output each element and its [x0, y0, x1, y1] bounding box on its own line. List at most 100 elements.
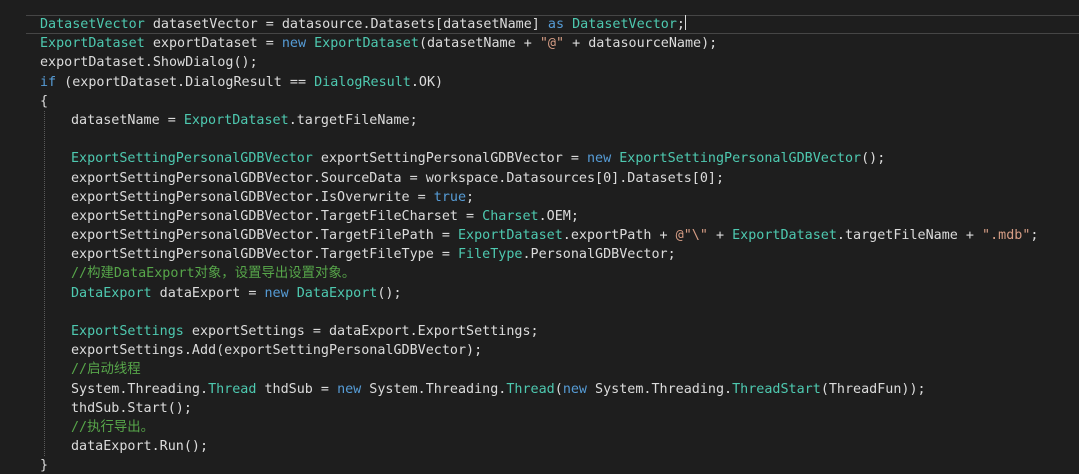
code-token: .targetFileName +	[836, 228, 983, 244]
type-token: DatasetVector	[572, 17, 677, 32]
code-line-1[interactable]: DatasetVector datasetVector = datasource…	[40, 15, 1070, 34]
code-line-7[interactable]	[40, 130, 1070, 149]
code-token: exportSettings = dataExport.ExportSettin…	[183, 324, 539, 339]
type-token: DataExport	[71, 285, 152, 301]
type-token: ExportDataset	[40, 36, 145, 52]
code-token: exportSettingPersonalGDBVector.TargetFil…	[71, 228, 458, 244]
type-token: Thread	[208, 381, 257, 397]
code-token: thdSub =	[256, 381, 338, 397]
type-token: ExportDataset	[183, 112, 289, 128]
code-token: +	[707, 228, 733, 244]
code-line-12[interactable]: exportSettingPersonalGDBVector.TargetFil…	[40, 226, 1070, 245]
code-token: dataExport.Run();	[71, 439, 209, 455]
code-line-19[interactable]: //启动线程	[40, 360, 1070, 379]
code-token: exportSettingPersonalGDBVector.SourceDat…	[71, 170, 725, 186]
code-token: (datasetName +	[418, 36, 540, 52]
code-token: exportSettings.Add(exportSettingPersonal…	[71, 343, 483, 359]
code-line-16[interactable]	[40, 303, 1070, 322]
type-token: DataExport	[296, 285, 378, 301]
code-token: (	[554, 381, 563, 397]
code-token: + datasourceName);	[564, 36, 718, 52]
code-line-17[interactable]: ExportSettings exportSettings = dataExpo…	[40, 322, 1070, 341]
code-line-13[interactable]: exportSettingPersonalGDBVector.TargetFil…	[40, 245, 1070, 264]
code-line-8[interactable]: ExportSettingPersonalGDBVector exportSet…	[40, 149, 1070, 168]
type-token: DatasetVector	[40, 17, 145, 32]
comment-token: //构建DataExport对象，设置导出设置对象。	[71, 266, 356, 282]
code-token: .exportPath +	[562, 228, 676, 244]
code-line-21[interactable]: thdSub.Start();	[40, 399, 1070, 418]
keyword-token: true	[433, 189, 467, 205]
code-line-24[interactable]: }	[40, 456, 1070, 474]
gutter	[0, 15, 4, 34]
code-line-11[interactable]: exportSettingPersonalGDBVector.TargetFil…	[40, 207, 1070, 226]
keyword-token: new	[562, 381, 587, 397]
comment-token: //启动线程	[71, 362, 141, 378]
code-line-18[interactable]: exportSettings.Add(exportSettingPersonal…	[40, 341, 1070, 360]
code-token: dataExport =	[151, 285, 265, 301]
code-line-4[interactable]: if (exportDataset.DialogResult == Dialog…	[40, 73, 1070, 92]
string-token: @"\"	[675, 228, 708, 244]
code-token: datasetName =	[71, 112, 184, 128]
code-token: exportSettingPersonalGDBVector.TargetFil…	[71, 208, 483, 224]
text-caret	[684, 15, 686, 30]
code-line-23[interactable]: dataExport.Run();	[40, 437, 1070, 456]
code-token: ();	[861, 151, 886, 167]
type-token: ExportSettings	[71, 324, 184, 339]
string-token: ".mdb"	[982, 228, 1031, 244]
type-token: DialogResult	[314, 74, 411, 90]
code-line-6[interactable]: datasetName = ExportDataset.targetFileNa…	[40, 111, 1070, 130]
code-token: datasetVector = datasource.Datasets[data…	[144, 17, 548, 32]
code-line-2[interactable]: ExportDataset exportDataset = new Export…	[40, 34, 1070, 53]
code-token: ();	[377, 285, 402, 301]
string-token: "@"	[539, 36, 565, 52]
code-line-20[interactable]: System.Threading.Thread thdSub = new Sys…	[40, 380, 1070, 399]
code-line-10[interactable]: exportSettingPersonalGDBVector.IsOverwri…	[40, 188, 1070, 207]
type-token: ExportSettingPersonalGDBVector	[71, 151, 313, 167]
type-token: FileType	[457, 247, 523, 263]
code-line-15[interactable]: DataExport dataExport = new DataExport()…	[40, 284, 1070, 303]
keyword-token: as	[547, 17, 565, 32]
type-token: ExportSettingPersonalGDBVector	[619, 151, 862, 167]
comment-token: //执行导出。	[71, 419, 155, 435]
code-token: exportSettingPersonalGDBVector.TargetFil…	[71, 247, 458, 263]
code-token: (exportDataset.DialogResult ==	[56, 74, 315, 90]
code-token: .targetFileName;	[288, 112, 418, 128]
type-token: ExportDataset	[732, 228, 837, 244]
code-token: (ThreadFun));	[820, 381, 926, 397]
code-token: exportSettingPersonalGDBVector.IsOverwri…	[71, 189, 434, 205]
code-token: ;	[466, 189, 475, 205]
code-area[interactable]: DatasetVector datasetVector = datasource…	[40, 15, 1070, 474]
code-line-14[interactable]: //构建DataExport对象，设置导出设置对象。	[40, 264, 1070, 283]
type-token: Charset	[482, 208, 539, 224]
code-token: System.Threading.	[361, 381, 507, 397]
code-line-9[interactable]: exportSettingPersonalGDBVector.SourceDat…	[40, 169, 1070, 188]
keyword-token: new	[264, 285, 289, 301]
code-token: ;	[1030, 228, 1039, 244]
code-token: .PersonalGDBVector;	[522, 247, 676, 263]
keyword-token: new	[586, 151, 612, 167]
code-editor[interactable]: DatasetVector datasetVector = datasource…	[0, 0, 1079, 474]
type-token: Thread	[506, 381, 555, 397]
type-token: ThreadStart	[732, 381, 821, 397]
keyword-token: if	[40, 74, 57, 90]
code-token: System.Threading.	[587, 381, 733, 397]
code-token: exportSettingPersonalGDBVector =	[312, 151, 587, 167]
code-line-22[interactable]: //执行导出。	[40, 418, 1070, 437]
code-token: .OK)	[410, 74, 444, 90]
code-token: thdSub.Start();	[71, 400, 192, 416]
code-line-5[interactable]: {	[40, 92, 1070, 111]
code-token: ;	[676, 17, 685, 32]
keyword-token: new	[281, 36, 307, 52]
code-token: }	[40, 458, 49, 474]
code-token: exportDataset.ShowDialog();	[40, 55, 258, 71]
keyword-token: new	[337, 381, 362, 397]
code-line-3[interactable]: exportDataset.ShowDialog();	[40, 53, 1070, 72]
code-token: exportDataset =	[144, 36, 282, 52]
type-token: ExportDataset	[457, 228, 563, 244]
code-token: .OEM;	[538, 208, 579, 224]
code-token: {	[40, 93, 49, 109]
